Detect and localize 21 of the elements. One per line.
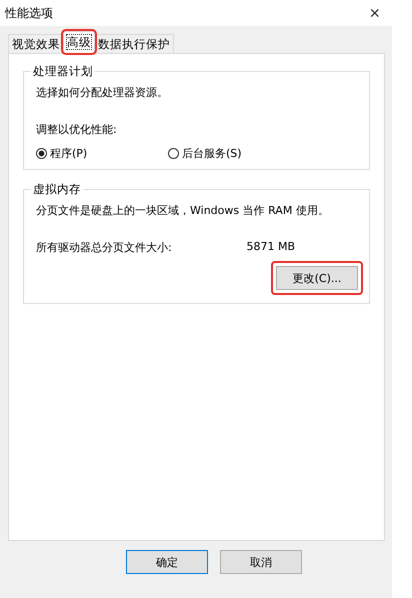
- radio-button[interactable]: [168, 148, 179, 159]
- radio-option[interactable]: 后台服务(S): [168, 146, 300, 161]
- tab[interactable]: 数据执行保护: [94, 34, 174, 53]
- tab[interactable]: 视觉效果: [8, 34, 64, 53]
- description-text: 选择如何分配处理器资源。: [36, 85, 169, 100]
- description-text: 分页文件是硬盘上的一块区域，Windows 当作 RAM 使用。: [36, 203, 330, 218]
- radio-label: 后台服务(S): [182, 146, 242, 161]
- dialog-button[interactable]: 确定: [126, 550, 208, 574]
- prompt-text: 调整以优化性能:: [36, 122, 118, 137]
- group-title: 虚拟内存: [32, 182, 82, 197]
- radio-label: 程序(P): [50, 146, 88, 161]
- radio-option[interactable]: 程序(P): [36, 146, 168, 161]
- size-value: 5871 MB: [246, 240, 295, 255]
- change-button[interactable]: 更改(C)...: [276, 266, 358, 290]
- radio-button[interactable]: [36, 148, 47, 159]
- window-title: 性能选项: [5, 4, 53, 22]
- size-label: 所有驱动器总分页文件大小:: [36, 240, 172, 255]
- tab[interactable]: 高级: [63, 31, 95, 53]
- group-title: 处理器计划: [32, 64, 94, 79]
- close-button[interactable]: ×: [369, 4, 380, 22]
- dialog-button[interactable]: 取消: [220, 550, 302, 574]
